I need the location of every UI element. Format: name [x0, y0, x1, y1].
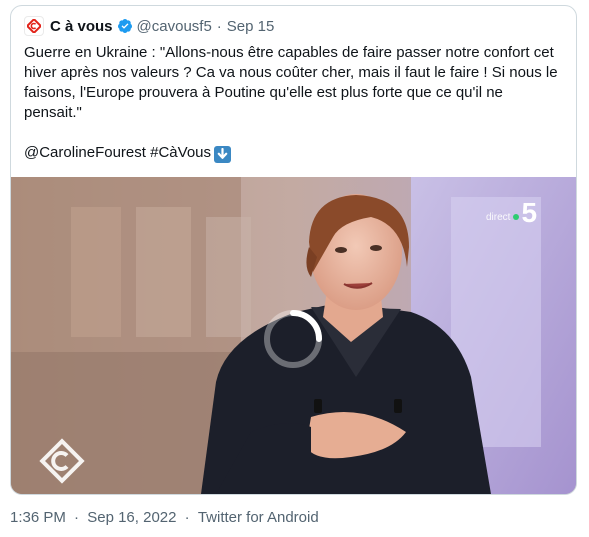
tweet-video[interactable]: direct 5	[11, 177, 576, 494]
tweet-full-date[interactable]: Sep 16, 2022	[87, 509, 176, 526]
tweet-footer: 1:36 PM · Sep 16, 2022 · Twitter for And…	[10, 509, 319, 526]
account-handle[interactable]: @cavousf5	[137, 18, 212, 35]
channel-logo: direct 5	[486, 199, 537, 227]
tweet-source: Twitter for Android	[197, 509, 319, 526]
channel-live-label: direct	[486, 212, 511, 223]
tweet-quote: Guerre en Ukraine : "Allons-nous être ca…	[24, 44, 558, 121]
tweet-tags: @CarolineFourest #CàVous	[24, 143, 564, 163]
c-a-vous-watermark-icon	[38, 437, 86, 490]
verified-badge-icon	[117, 18, 133, 34]
hashtag-link[interactable]: #CàVous	[150, 144, 211, 161]
tweet-text: Guerre en Ukraine : "Allons-nous être ca…	[24, 43, 564, 163]
c-a-vous-logo-icon[interactable]	[24, 16, 44, 36]
loading-spinner-icon	[264, 310, 322, 368]
down-arrow-emoji-icon	[214, 145, 232, 163]
tweet-date[interactable]: Sep 15	[227, 18, 275, 35]
footer-separator-1: ·	[74, 509, 80, 526]
account-name[interactable]: C à vous	[50, 18, 113, 35]
live-dot-icon	[513, 214, 520, 220]
tweet-header: C à vous @cavousf5 · Sep 15	[24, 16, 274, 36]
footer-separator-2: ·	[184, 509, 190, 526]
channel-number: 5	[521, 197, 538, 228]
mention-link[interactable]: @CarolineFourest	[24, 144, 146, 161]
header-separator: ·	[216, 17, 222, 35]
tweet-card[interactable]: C à vous @cavousf5 · Sep 15 Guerre en Uk…	[10, 5, 577, 495]
tweet-time[interactable]: 1:36 PM	[10, 509, 66, 526]
